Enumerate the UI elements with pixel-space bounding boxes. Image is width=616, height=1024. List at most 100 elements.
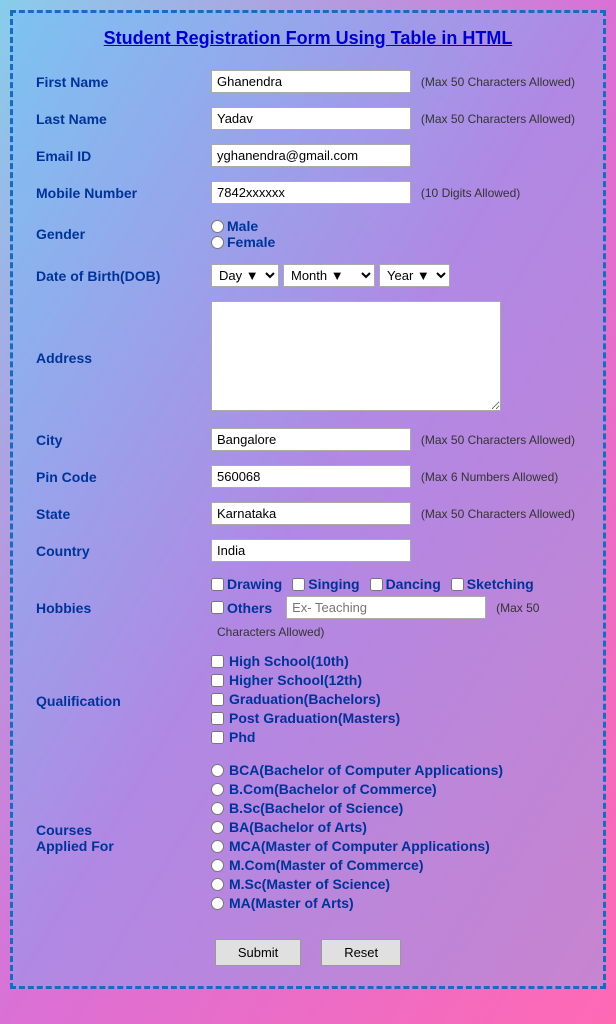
- course-item-0: BCA(Bachelor of Computer Applications): [211, 762, 580, 778]
- row-email: Email ID: [28, 137, 588, 174]
- gender-male-radio[interactable]: [211, 220, 224, 233]
- qual-check-0[interactable]: [211, 655, 224, 668]
- state-input[interactable]: [211, 502, 411, 525]
- row-hobbies: Hobbies Drawing Singing: [28, 569, 588, 646]
- hobby-singing-check[interactable]: [292, 578, 305, 591]
- label-qualification: Qualification: [28, 646, 203, 755]
- cell-pincode: (Max 6 Numbers Allowed): [203, 458, 588, 495]
- last-name-input[interactable]: [211, 107, 411, 130]
- cell-hobbies: Drawing Singing Dancing: [203, 569, 588, 646]
- course-label-5: M.Com(Master of Commerce): [229, 857, 423, 873]
- course-radio-7[interactable]: [211, 897, 224, 910]
- cell-gender: Male Female: [203, 211, 588, 257]
- course-label-0: BCA(Bachelor of Computer Applications): [229, 762, 503, 778]
- dob-year-select[interactable]: Year ▼2024202320222021202020192018201720…: [379, 264, 450, 287]
- hobby-sketching-label: Sketching: [467, 576, 534, 592]
- course-label-1: B.Com(Bachelor of Commerce): [229, 781, 437, 797]
- hobby-drawing[interactable]: Drawing: [211, 576, 282, 592]
- cell-address: [203, 294, 588, 421]
- label-dob: Date of Birth(DOB): [28, 257, 203, 294]
- qualification-list: High School(10th) Higher School(12th) Gr…: [211, 653, 580, 745]
- city-input[interactable]: [211, 428, 411, 451]
- course-radio-2[interactable]: [211, 802, 224, 815]
- qual-check-3[interactable]: [211, 712, 224, 725]
- course-radio-3[interactable]: [211, 821, 224, 834]
- course-label-4: MCA(Master of Computer Applications): [229, 838, 490, 854]
- cell-state: (Max 50 Characters Allowed): [203, 495, 588, 532]
- cell-dob: Day ▼12345678910111213141516171819202122…: [203, 257, 588, 294]
- gender-female-text: Female: [227, 234, 275, 250]
- label-address: Address: [28, 294, 203, 421]
- mobile-hint: (10 Digits Allowed): [421, 186, 520, 200]
- hobby-dancing[interactable]: Dancing: [370, 576, 441, 592]
- hobby-hint-text: Characters Allowed): [217, 625, 324, 639]
- qual-check-1[interactable]: [211, 674, 224, 687]
- label-hobbies: Hobbies: [28, 569, 203, 646]
- cell-city: (Max 50 Characters Allowed): [203, 421, 588, 458]
- row-country: Country: [28, 532, 588, 569]
- hobby-others[interactable]: Others: [211, 600, 272, 616]
- course-label-6: M.Sc(Master of Science): [229, 876, 390, 892]
- gender-female-label[interactable]: Female: [211, 234, 574, 250]
- label-last-name: Last Name: [28, 100, 203, 137]
- pincode-input[interactable]: [211, 465, 411, 488]
- row-last-name: Last Name (Max 50 Characters Allowed): [28, 100, 588, 137]
- course-radio-4[interactable]: [211, 840, 224, 853]
- course-label-7: MA(Master of Arts): [229, 895, 354, 911]
- hobby-sketching-check[interactable]: [451, 578, 464, 591]
- qual-label-3: Post Graduation(Masters): [229, 710, 400, 726]
- button-row: Submit Reset: [28, 939, 588, 966]
- course-item-2: B.Sc(Bachelor of Science): [211, 800, 580, 816]
- cell-email: [203, 137, 588, 174]
- dob-day-select[interactable]: Day ▼12345678910111213141516171819202122…: [211, 264, 279, 287]
- label-courses: CoursesApplied For: [28, 755, 203, 921]
- course-item-6: M.Sc(Master of Science): [211, 876, 580, 892]
- hobby-drawing-check[interactable]: [211, 578, 224, 591]
- course-radio-1[interactable]: [211, 783, 224, 796]
- cell-courses: BCA(Bachelor of Computer Applications) B…: [203, 755, 588, 921]
- qual-item-4: Phd: [211, 729, 580, 745]
- hobby-others-check[interactable]: [211, 601, 224, 614]
- registration-table: First Name (Max 50 Characters Allowed) L…: [28, 63, 588, 921]
- first-name-input[interactable]: [211, 70, 411, 93]
- course-radio-5[interactable]: [211, 859, 224, 872]
- course-item-4: MCA(Master of Computer Applications): [211, 838, 580, 854]
- dob-month-select[interactable]: Month ▼JanuaryFebruaryMarchAprilMayJuneJ…: [283, 264, 375, 287]
- reset-button[interactable]: Reset: [321, 939, 401, 966]
- country-input[interactable]: [211, 539, 411, 562]
- last-name-hint: (Max 50 Characters Allowed): [421, 112, 575, 126]
- qual-check-2[interactable]: [211, 693, 224, 706]
- first-name-hint: (Max 50 Characters Allowed): [421, 75, 575, 89]
- label-state: State: [28, 495, 203, 532]
- hobby-dancing-check[interactable]: [370, 578, 383, 591]
- address-textarea[interactable]: [211, 301, 501, 411]
- course-item-5: M.Com(Master of Commerce): [211, 857, 580, 873]
- page-wrapper: Student Registration Form Using Table in…: [0, 0, 616, 999]
- hobby-hint-cont: Characters Allowed): [211, 623, 580, 639]
- label-email: Email ID: [28, 137, 203, 174]
- hobby-sketching[interactable]: Sketching: [451, 576, 534, 592]
- hobby-drawing-label: Drawing: [227, 576, 282, 592]
- hobby-others-input[interactable]: [286, 596, 486, 619]
- qual-item-3: Post Graduation(Masters): [211, 710, 580, 726]
- qual-item-0: High School(10th): [211, 653, 580, 669]
- cell-first-name: (Max 50 Characters Allowed): [203, 63, 588, 100]
- row-mobile: Mobile Number (10 Digits Allowed): [28, 174, 588, 211]
- label-mobile: Mobile Number: [28, 174, 203, 211]
- qual-item-1: Higher School(12th): [211, 672, 580, 688]
- submit-button[interactable]: Submit: [215, 939, 301, 966]
- email-input[interactable]: [211, 144, 411, 167]
- hobby-dancing-label: Dancing: [386, 576, 441, 592]
- qual-label-4: Phd: [229, 729, 255, 745]
- course-radio-6[interactable]: [211, 878, 224, 891]
- course-radio-0[interactable]: [211, 764, 224, 777]
- hobby-singing[interactable]: Singing: [292, 576, 359, 592]
- cell-qualification: High School(10th) Higher School(12th) Gr…: [203, 646, 588, 755]
- qual-label-1: Higher School(12th): [229, 672, 362, 688]
- course-item-3: BA(Bachelor of Arts): [211, 819, 580, 835]
- mobile-input[interactable]: [211, 181, 411, 204]
- qual-check-4[interactable]: [211, 731, 224, 744]
- cell-mobile: (10 Digits Allowed): [203, 174, 588, 211]
- gender-female-radio[interactable]: [211, 236, 224, 249]
- gender-male-label[interactable]: Male: [211, 218, 574, 234]
